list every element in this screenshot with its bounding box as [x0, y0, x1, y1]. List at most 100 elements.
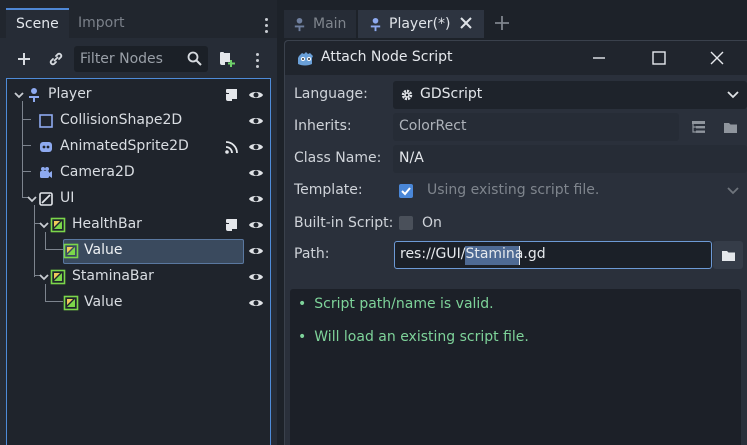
control-icon: [39, 192, 53, 206]
attach-node-script-dialog: Attach Node Script Language: GDScript In…: [284, 40, 747, 445]
class-name-field[interactable]: N/A: [393, 145, 747, 173]
color-rect-icon: [50, 269, 66, 285]
eye-icon[interactable]: [248, 218, 264, 232]
signal-icon[interactable]: [224, 139, 240, 155]
checkmark-icon: [401, 187, 411, 196]
path-folder-button[interactable]: [713, 241, 743, 269]
camera-icon: [40, 167, 52, 178]
class-name-value: N/A: [399, 150, 424, 166]
builtin-script-on-label: On: [422, 215, 442, 231]
search-icon: [187, 51, 202, 66]
chevron-down-icon: [727, 187, 739, 195]
script-icon[interactable]: [224, 87, 240, 103]
inherits-folder-button[interactable]: [715, 113, 745, 141]
attach-script-button[interactable]: [215, 46, 239, 72]
tree-list-icon: [691, 121, 705, 133]
node2d-person-icon: [29, 88, 39, 102]
filter-nodes-input[interactable]: [74, 46, 186, 72]
tree-item-staminabar-value[interactable]: Value: [7, 290, 270, 316]
close-icon[interactable]: [458, 15, 474, 31]
scene-dock: Scene Import Filter Nodes Player Collisi…: [0, 0, 277, 445]
eye-icon[interactable]: [248, 270, 264, 284]
chevron-down-icon: [727, 91, 739, 99]
minimize-icon[interactable]: [591, 50, 607, 66]
inherits-value: ColorRect: [399, 118, 467, 134]
tab-scene[interactable]: Scene: [6, 8, 69, 38]
close-icon[interactable]: [709, 50, 725, 66]
collision-shape-icon: [39, 114, 53, 128]
eye-icon[interactable]: [248, 192, 264, 206]
maximize-icon[interactable]: [651, 50, 667, 66]
tree-item-staminabar[interactable]: StaminaBar: [7, 264, 270, 290]
animated-sprite-icon: [40, 142, 52, 152]
language-label: Language:: [294, 86, 368, 102]
folder-icon: [721, 250, 735, 261]
tree-item-camera2d[interactable]: Camera2D: [7, 160, 270, 186]
tree-item-label: Value: [84, 294, 123, 310]
chevron-down-icon[interactable]: [38, 271, 50, 283]
text-caret: [519, 246, 520, 265]
builtin-script-checkbox[interactable]: [399, 216, 413, 230]
eye-icon[interactable]: [248, 166, 264, 180]
scene-toolbar: [0, 40, 277, 78]
tree-item-label: Camera2D: [60, 164, 135, 180]
tab-main[interactable]: Main: [284, 10, 356, 38]
validation-status-panel: • Script path/name is valid. • Will load a…: [290, 289, 741, 445]
add-scene-tab-icon[interactable]: [494, 15, 510, 31]
template-label: Template:: [294, 182, 363, 198]
inherits-field[interactable]: ColorRect: [393, 113, 679, 141]
node2d-person-icon: [294, 17, 305, 31]
path-input[interactable]: res://GUI/Stamina.gd: [394, 241, 712, 269]
dialog-title: Attach Node Script: [321, 49, 453, 65]
scene-menu-icon[interactable]: [256, 53, 260, 71]
color-rect-icon: [63, 243, 79, 259]
builtin-script-label: Built-in Script:: [294, 215, 394, 231]
tree-item-label: Value: [84, 242, 123, 258]
eye-icon[interactable]: [248, 140, 264, 154]
script-icon[interactable]: [224, 217, 240, 233]
eye-icon[interactable]: [248, 88, 264, 102]
godot-logo-icon: [298, 52, 313, 66]
tree-item-healthbar-value[interactable]: Value: [7, 238, 270, 264]
tree-item-label: HealthBar: [72, 216, 142, 232]
status-load-existing: • Will load an existing script file.: [298, 329, 529, 345]
status-path-valid: • Script path/name is valid.: [298, 296, 494, 312]
language-value: GDScript: [420, 86, 483, 102]
eye-icon[interactable]: [248, 244, 264, 258]
path-label: Path:: [294, 246, 330, 262]
eye-icon[interactable]: [248, 296, 264, 310]
template-checkbox[interactable]: [399, 184, 413, 198]
tree-item-label: CollisionShape2D: [60, 112, 183, 128]
tab-label: Main: [313, 16, 347, 32]
folder-icon: [723, 122, 737, 133]
instance-scene-button[interactable]: [44, 46, 68, 72]
template-select[interactable]: Using existing script file.: [421, 177, 747, 205]
bullet: •: [298, 329, 307, 345]
tree-item-animatedsprite2d[interactable]: AnimatedSprite2D: [7, 134, 270, 160]
language-select[interactable]: GDScript: [393, 81, 747, 109]
scene-dock-tabs: Scene Import: [0, 0, 277, 38]
gear-icon: [401, 89, 413, 101]
tree-item-player[interactable]: Player: [7, 82, 270, 108]
tree-item-ui[interactable]: UI: [7, 186, 270, 212]
path-prefix: res://GUI/: [400, 246, 466, 262]
editor-scene-tabs: Main Player(*): [284, 10, 747, 38]
chevron-down-icon[interactable]: [26, 193, 38, 205]
tree-item-label: UI: [60, 190, 75, 206]
dialog-titlebar[interactable]: Attach Node Script: [285, 41, 747, 75]
tree-item-label: StaminaBar: [72, 268, 154, 284]
dock-menu-icon[interactable]: [265, 18, 269, 36]
inherits-tree-button[interactable]: [683, 113, 713, 141]
status-text: Script path/name is valid.: [314, 296, 494, 312]
add-node-button[interactable]: [12, 46, 36, 72]
chevron-down-icon[interactable]: [38, 219, 50, 231]
tab-player[interactable]: Player(*): [358, 10, 484, 38]
filter-nodes-field[interactable]: [74, 46, 208, 72]
chevron-down-icon[interactable]: [13, 89, 25, 101]
bullet: •: [298, 296, 307, 312]
tree-item-healthbar[interactable]: HealthBar: [7, 212, 270, 238]
eye-icon[interactable]: [248, 114, 264, 128]
tab-import[interactable]: Import: [68, 8, 134, 38]
color-rect-icon: [50, 217, 66, 233]
tree-item-collisionshape2d[interactable]: CollisionShape2D: [7, 108, 270, 134]
